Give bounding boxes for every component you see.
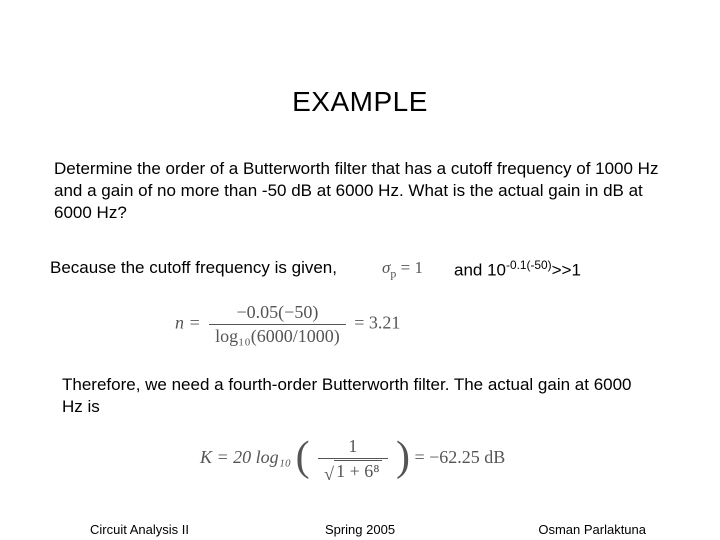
eq2-rhs: = −62.25 dB [415,447,506,467]
eq1-fraction: −0.05(−50) log₁₀(6000/1000) [209,302,346,347]
slide-title: EXAMPLE [0,86,720,118]
eq2-denominator: √1 + 6⁸ [318,459,387,482]
gain-equation: K = 20 log₁₀ ( 1 √1 + 6⁸ ) = −62.25 dB [200,436,505,482]
and-label: and 10 [454,261,506,280]
radical-icon: √ [324,464,334,485]
slide: EXAMPLE Determine the order of a Butterw… [0,0,720,540]
left-paren-icon: ( [296,436,310,478]
conclusion-text: Therefore, we need a fourth-order Butter… [62,374,652,418]
exponent-condition: and 10-0.1(-50)>>1 [454,258,581,281]
eq2-numerator: 1 [318,436,387,459]
right-paren-icon: ) [396,436,410,478]
eq1-denominator: log₁₀(6000/1000) [209,325,346,347]
eq2-radicand: 1 + 6⁸ [334,460,381,482]
exponent-text: -0.1(-50) [506,258,552,272]
eq2-lhs: K = 20 log₁₀ [200,447,291,467]
footer-right: Osman Parlaktuna [538,522,646,537]
eq1-numerator: −0.05(−50) [209,302,346,325]
much-greater-one: >>1 [552,261,581,280]
eq1-lhs: n = [175,313,201,333]
sigma-value: 1 [414,258,423,277]
order-equation: n = −0.05(−50) log₁₀(6000/1000) = 3.21 [175,302,400,347]
sigma-equation: σp = 1 [382,258,423,281]
eq2-fraction: 1 √1 + 6⁸ [318,436,387,482]
problem-statement: Determine the order of a Butterworth fil… [54,158,660,223]
eq1-rhs: = 3.21 [354,313,400,333]
